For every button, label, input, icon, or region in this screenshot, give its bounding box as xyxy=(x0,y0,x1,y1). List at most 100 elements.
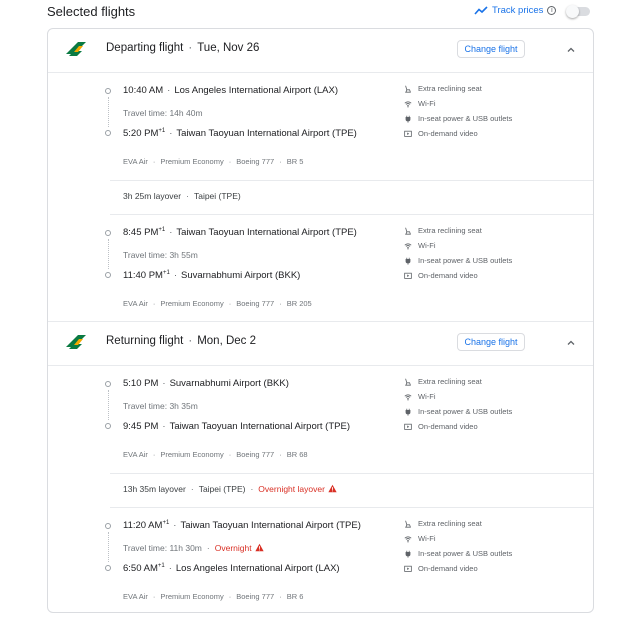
segment-departure: 8:45 PM+1 · Taiwan Taoyuan International A… xyxy=(123,227,357,239)
segment-arrival: 5:20 PM+1 · Taiwan Taoyuan International A… xyxy=(123,128,357,140)
layover-city: Taipei (TPE) xyxy=(193,191,241,201)
amenity-power: In-seat power & USB outlets xyxy=(404,407,512,416)
departing-date: Tue, Nov 26 xyxy=(197,42,260,54)
flight-number: BR 6 xyxy=(286,592,304,601)
amenity-label: Wi-Fi xyxy=(418,99,436,108)
amenity-power: In-seat power & USB outlets xyxy=(404,114,512,123)
day-offset: +1 xyxy=(162,270,170,276)
divider xyxy=(110,214,593,215)
departure-circle xyxy=(105,88,111,94)
day-offset: +1 xyxy=(158,227,166,233)
amenity-power: In-seat power & USB outlets xyxy=(404,549,512,558)
seat-icon xyxy=(404,378,412,386)
eva-air-logo-icon xyxy=(65,334,87,350)
divider xyxy=(48,365,593,366)
cabin-class: Premium Economy xyxy=(160,450,224,459)
segment-arrival: 9:45 PM · Taiwan Taoyuan International Air… xyxy=(123,421,350,432)
power-plug-icon xyxy=(404,115,412,123)
returning-date: Mon, Dec 2 xyxy=(197,335,257,347)
amenity-video: On-demand video xyxy=(404,129,478,138)
amenity-video: On-demand video xyxy=(404,271,478,280)
arrival-airport: Los Angeles International Airport (LAX) xyxy=(175,563,340,575)
departure-time: 5:10 PM xyxy=(123,378,159,389)
video-icon xyxy=(404,272,412,280)
layover-duration: 13h 35m layover xyxy=(123,484,186,494)
info-icon[interactable]: i xyxy=(547,6,557,15)
aircraft: Boeing 777 xyxy=(236,450,275,459)
amenity-label: On-demand video xyxy=(418,271,478,280)
segment-departure: 10:40 AM · Los Angeles International Airpo… xyxy=(123,85,339,96)
flight-number: BR 68 xyxy=(286,450,308,459)
top-bar: Selected flights Track prices i xyxy=(0,0,640,24)
departure-airport: Suvarnabhumi Airport (BKK) xyxy=(169,378,289,389)
wifi-icon xyxy=(404,242,412,250)
amenity-label: Wi-Fi xyxy=(418,534,436,543)
power-plug-icon xyxy=(404,550,412,558)
warning-icon xyxy=(255,543,264,552)
flight-details: EVA Air · Premium Economy · Boeing 777 · BR 20… xyxy=(123,299,312,308)
selected-flights-card: Departing flight · Tue, Nov 26 Change flig… xyxy=(47,28,594,613)
chevron-up-icon[interactable] xyxy=(566,338,576,348)
aircraft: Boeing 777 xyxy=(236,157,275,166)
segment-arrival: 11:40 PM+1 · Suvarnabhumi Airport (BKK) xyxy=(123,270,301,282)
departure-airport: Taiwan Taoyuan International Airport (TP… xyxy=(176,227,357,239)
flight-details: EVA Air · Premium Economy · Boeing 777 · BR 68 xyxy=(123,450,308,459)
trend-icon xyxy=(474,6,488,15)
divider xyxy=(110,507,593,508)
amenity-label: On-demand video xyxy=(418,129,478,138)
travel-time: Travel time: 3h 55m xyxy=(123,250,198,260)
flight-number: BR 5 xyxy=(286,157,304,166)
amenity-label: Wi-Fi xyxy=(418,392,436,401)
chevron-up-icon[interactable] xyxy=(566,45,576,55)
amenity-seat: Extra reclining seat xyxy=(404,84,482,93)
divider xyxy=(110,180,593,181)
change-returning-flight-button[interactable]: Change flight xyxy=(457,333,525,351)
cabin-class: Premium Economy xyxy=(160,592,224,601)
track-prices-toggle[interactable] xyxy=(566,5,590,18)
layover-duration: 3h 25m layover xyxy=(123,191,182,201)
day-offset: +1 xyxy=(157,563,165,569)
amenity-seat: Extra reclining seat xyxy=(404,226,482,235)
flight-details: EVA Air · Premium Economy · Boeing 777 · BR 6 xyxy=(123,592,304,601)
segment-arrival: 6:50 AM+1 · Los Angeles International Airp… xyxy=(123,563,340,575)
amenity-wifi: Wi-Fi xyxy=(404,392,436,401)
seat-icon xyxy=(404,85,412,93)
arrival-airport: Taiwan Taoyuan International Airport (TP… xyxy=(176,128,357,140)
amenity-wifi: Wi-Fi xyxy=(404,241,436,250)
travel-time-text: Travel time: 11h 30m xyxy=(123,543,202,553)
flight-number: BR 205 xyxy=(286,299,312,308)
wifi-icon xyxy=(404,535,412,543)
departure-time: 8:45 PM xyxy=(123,227,159,239)
arrival-circle xyxy=(105,130,111,136)
layover-info: 3h 25m layover · Taipei (TPE) xyxy=(123,191,241,201)
airline-name: EVA Air xyxy=(123,450,148,459)
amenity-label: Extra reclining seat xyxy=(418,84,482,93)
departure-time: 11:20 AM xyxy=(123,520,163,532)
arrival-circle xyxy=(105,565,111,571)
power-plug-icon xyxy=(404,257,412,265)
amenity-wifi: Wi-Fi xyxy=(404,534,436,543)
arrival-time: 6:50 AM xyxy=(123,563,158,575)
amenity-label: In-seat power & USB outlets xyxy=(418,114,513,123)
departure-circle xyxy=(105,230,111,236)
route-line xyxy=(108,390,109,420)
overnight-warning: Overnight xyxy=(214,543,252,553)
amenity-power: In-seat power & USB outlets xyxy=(404,256,512,265)
amenity-label: Wi-Fi xyxy=(418,241,436,250)
change-departing-flight-button[interactable]: Change flight xyxy=(457,40,525,58)
amenity-seat: Extra reclining seat xyxy=(404,377,482,386)
day-offset: +1 xyxy=(158,128,166,134)
wifi-icon xyxy=(404,393,412,401)
travel-time: Travel time: 3h 35m xyxy=(123,401,198,411)
amenity-seat: Extra reclining seat xyxy=(404,519,482,528)
track-prices-label: Track prices xyxy=(492,5,544,16)
wifi-icon xyxy=(404,100,412,108)
aircraft: Boeing 777 xyxy=(236,299,275,308)
departing-title-text: Departing flight xyxy=(106,42,184,54)
power-plug-icon xyxy=(404,408,412,416)
track-prices-link[interactable]: Track prices i xyxy=(474,5,557,16)
page-title: Selected flights xyxy=(47,4,136,19)
video-icon xyxy=(404,130,412,138)
route-line xyxy=(108,239,109,269)
cabin-class: Premium Economy xyxy=(160,157,224,166)
